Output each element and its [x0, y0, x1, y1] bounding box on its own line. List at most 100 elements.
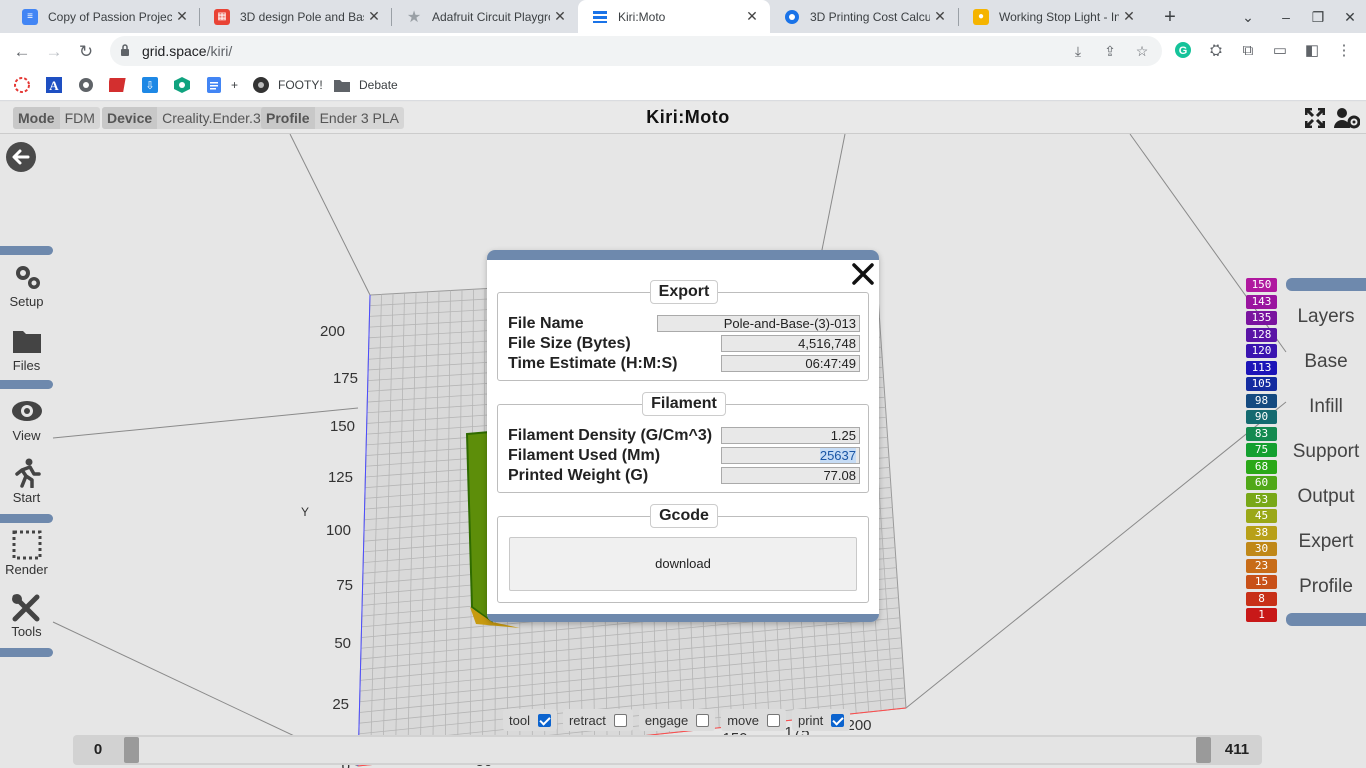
- printed-weight-label: Printed Weight (G): [508, 467, 649, 484]
- address-bar[interactable]: grid.space/kiri/ ⤓ ⇪ ☆: [110, 36, 1162, 66]
- gears-icon: [15, 266, 40, 289]
- move-checkbox[interactable]: [767, 713, 780, 727]
- bookmark-footy[interactable]: FOOTY!: [252, 76, 323, 94]
- side-panel-icon[interactable]: ◧: [1302, 41, 1322, 61]
- cast-icon[interactable]: ▭: [1270, 41, 1290, 61]
- back-icon[interactable]: ←: [9, 39, 35, 65]
- menu-icon[interactable]: ⋮: [1334, 41, 1354, 61]
- docs-icon: ≡: [22, 8, 38, 25]
- user-settings-icon[interactable]: [1334, 107, 1360, 129]
- bookmark-1[interactable]: [13, 76, 31, 94]
- tab-title: 3D Printing Cost Calcul: [810, 9, 930, 24]
- nav-expert[interactable]: Expert: [1286, 531, 1366, 553]
- tab-title: Adafruit Circuit Playgro: [432, 9, 550, 24]
- filament-density-field[interactable]: 1.25: [721, 427, 860, 444]
- bookmark-folder-debate[interactable]: Debate: [333, 76, 398, 94]
- profile-label: Profile: [261, 107, 315, 129]
- toggle-move[interactable]: move: [721, 709, 786, 731]
- nav-setup[interactable]: Setup: [0, 262, 53, 309]
- close-icon[interactable]: ✕: [550, 8, 570, 25]
- close-icon[interactable]: ✕: [742, 8, 762, 25]
- tab-adafruit[interactable]: ★ Adafruit Circuit Playgro ✕: [392, 0, 578, 33]
- toggle-tool[interactable]: tool: [503, 709, 557, 731]
- nav-layers[interactable]: Layers: [1286, 306, 1366, 328]
- profile-selector[interactable]: Profile Ender 3 PLA: [261, 107, 404, 129]
- forward-icon[interactable]: →: [41, 39, 67, 65]
- left-nav-separator: [0, 514, 53, 523]
- nav-support[interactable]: Support: [1286, 441, 1366, 463]
- tab-cost-calculator[interactable]: 3D Printing Cost Calcul ✕: [770, 0, 958, 33]
- tinkercad-icon: ▦: [214, 8, 230, 25]
- slider-high-handle[interactable]: [1196, 737, 1211, 763]
- print-checkbox[interactable]: [831, 713, 845, 727]
- close-icon[interactable]: ✕: [172, 8, 192, 25]
- engage-checkbox[interactable]: [696, 713, 710, 727]
- bookmark-2[interactable]: A: [45, 76, 63, 94]
- nav-view[interactable]: View: [0, 396, 53, 443]
- tab-passion-project[interactable]: ≡ Copy of Passion Projec ✕: [8, 0, 200, 33]
- tab-stop-light[interactable]: ● Working Stop Light - In ✕: [959, 0, 1147, 33]
- bookmark-star-icon[interactable]: ☆: [1132, 41, 1152, 61]
- nav-files[interactable]: Files: [0, 326, 53, 373]
- bookmark-label: +: [231, 78, 239, 92]
- puzzle-icon[interactable]: ⧉: [1238, 41, 1258, 61]
- bookmark-3[interactable]: [77, 76, 95, 94]
- guide-line: [52, 407, 359, 439]
- mode-selector[interactable]: Mode FDM: [13, 107, 100, 129]
- file-name-field[interactable]: Pole-and-Base-(3)-013: [657, 315, 860, 332]
- file-size-label: File Size (Bytes): [508, 335, 631, 352]
- restore-icon[interactable]: ❐: [1307, 6, 1329, 28]
- tab-3d-design[interactable]: ▦ 3D design Pole and Bas ✕: [200, 0, 392, 33]
- install-icon[interactable]: ⤓: [1068, 41, 1088, 61]
- minimize-icon[interactable]: –: [1275, 6, 1297, 28]
- folder-icon: [334, 80, 350, 92]
- folder-icon: [12, 331, 41, 353]
- fullscreen-icon[interactable]: [1305, 108, 1325, 128]
- new-tab-button[interactable]: +: [1159, 6, 1181, 28]
- tool-checkbox[interactable]: [537, 713, 551, 727]
- bookmark-4[interactable]: [109, 76, 127, 94]
- toggle-print[interactable]: print: [792, 709, 851, 731]
- tab-search-icon[interactable]: ⌄: [1237, 6, 1259, 28]
- share-icon[interactable]: ⇪: [1100, 41, 1120, 61]
- close-icon[interactable]: ✕: [930, 8, 950, 25]
- layer-swatch: 75: [1246, 443, 1277, 457]
- tab-kiri-moto[interactable]: Kiri:Moto ✕: [578, 0, 770, 33]
- nav-tools[interactable]: Tools: [0, 592, 53, 639]
- nav-infill[interactable]: Infill: [1286, 396, 1366, 418]
- toggle-engage[interactable]: engage: [638, 709, 716, 731]
- window-close-icon[interactable]: ✕: [1339, 6, 1361, 28]
- reload-icon[interactable]: ↻: [73, 39, 99, 65]
- bookmark-5[interactable]: ⇩: [141, 76, 159, 94]
- nav-label: Setup: [9, 294, 44, 309]
- y-tick-label: 100: [326, 522, 351, 539]
- toggle-retract[interactable]: retract: [562, 709, 633, 731]
- nav-profile[interactable]: Profile: [1286, 576, 1366, 598]
- nav-render[interactable]: Render: [0, 530, 53, 577]
- close-icon[interactable]: ✕: [1119, 8, 1139, 25]
- slider-track[interactable]: [124, 737, 1211, 763]
- bookmark-7[interactable]: +: [205, 76, 238, 94]
- nav-start[interactable]: Start: [0, 458, 53, 505]
- y-tick-label: 150: [330, 418, 355, 435]
- time-estimate-field: 06:47:49: [721, 355, 860, 372]
- left-nav-separator: [0, 648, 53, 657]
- bookmark-6[interactable]: [173, 76, 191, 94]
- selection-icon: [12, 530, 41, 560]
- render-toggles: tool retract engage move print: [503, 707, 856, 733]
- device-selector[interactable]: Device Creality.Ender.3: [102, 107, 266, 129]
- extension-icon[interactable]: ⛭: [1206, 41, 1226, 61]
- export-heading: Export: [649, 280, 719, 304]
- nav-base[interactable]: Base: [1286, 351, 1366, 373]
- y-tick-label: 25: [332, 696, 349, 713]
- nav-output[interactable]: Output: [1286, 486, 1366, 508]
- running-icon: [14, 458, 41, 488]
- retract-checkbox[interactable]: [613, 713, 627, 727]
- back-arrow-icon[interactable]: [6, 142, 36, 172]
- slider-low-handle[interactable]: [124, 737, 139, 763]
- close-icon[interactable]: ✕: [364, 8, 384, 25]
- download-button[interactable]: download: [509, 537, 857, 591]
- kiri-app: 2001751501251007550250 50751001251501752…: [0, 102, 1366, 768]
- grammarly-icon[interactable]: G: [1174, 41, 1194, 61]
- layer-swatch: 60: [1246, 476, 1277, 490]
